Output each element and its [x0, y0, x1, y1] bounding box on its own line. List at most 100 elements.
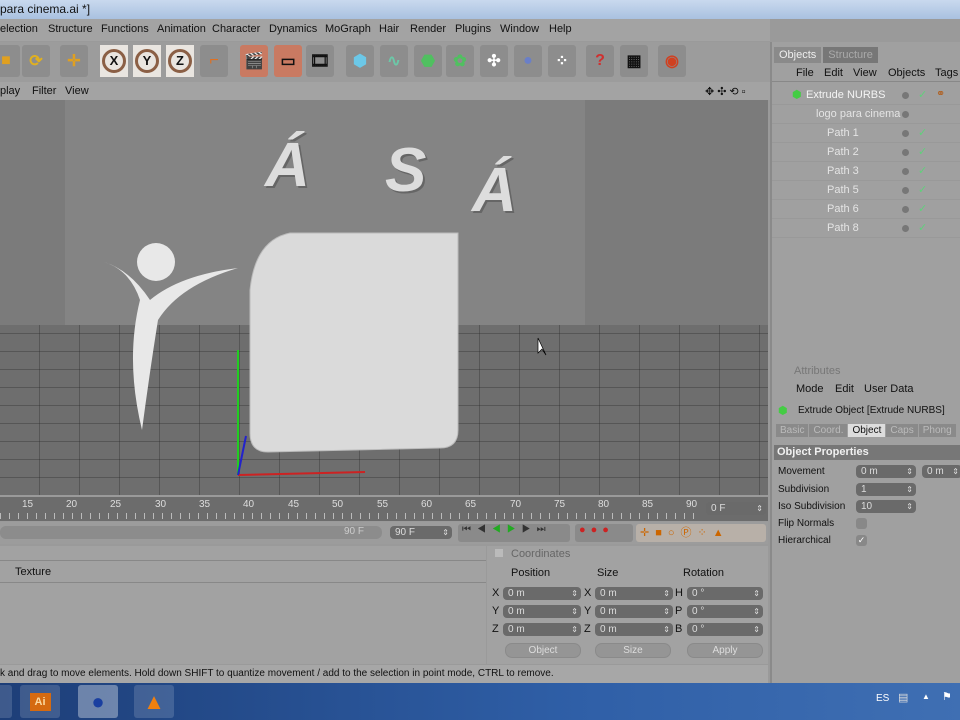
- object-row[interactable]: Path 2 ✓: [772, 143, 960, 162]
- render-view-icon[interactable]: 🎬: [240, 45, 268, 77]
- position-z-field[interactable]: 0 m: [503, 623, 581, 636]
- particles-icon[interactable]: ⁘: [548, 45, 576, 77]
- size-mode-dropdown[interactable]: Size: [595, 643, 671, 658]
- viewport-menu-view[interactable]: View: [65, 85, 89, 97]
- objects-menu-objects[interactable]: Objects: [888, 67, 925, 79]
- hierarchical-checkbox[interactable]: ✓: [856, 535, 867, 546]
- render-region-icon[interactable]: ▭: [274, 45, 302, 77]
- illustrator-taskbar-button[interactable]: Ai: [20, 685, 60, 718]
- attributes-title: Attributes: [794, 365, 841, 377]
- objects-menu-tags[interactable]: Tags: [935, 67, 958, 79]
- tab-basic[interactable]: Basic: [776, 424, 809, 437]
- flip-normals-label: Flip Normals: [778, 518, 835, 529]
- rotate-tool-icon[interactable]: ⟳: [22, 45, 50, 77]
- object-row[interactable]: Path 5 ✓: [772, 181, 960, 200]
- y-axis-button[interactable]: Y: [133, 45, 161, 77]
- size-y-field[interactable]: 0 m: [595, 605, 673, 618]
- size-header: Size: [597, 567, 619, 579]
- nurbs-icon[interactable]: ⬣: [414, 45, 442, 77]
- timeline-icon[interactable]: ▦: [620, 45, 648, 77]
- movement-field-1[interactable]: 0 m: [856, 465, 916, 478]
- tab-phong[interactable]: Phong: [918, 424, 956, 437]
- taskbar-item[interactable]: [0, 685, 12, 718]
- rotation-b-field[interactable]: 0 °: [687, 623, 763, 636]
- object-row[interactable]: Path 8 ✓: [772, 219, 960, 238]
- playback-controls[interactable]: ⏮◀◀▶▶⏭: [458, 524, 570, 542]
- move-tool-icon[interactable]: ✛: [60, 45, 88, 77]
- timeline-ruler[interactable]: 15 20 25 30 35 40 45 50 55 60 65 70 75 8…: [0, 497, 768, 521]
- panel-checkbox[interactable]: [495, 549, 503, 557]
- array-icon[interactable]: ✿: [446, 45, 474, 77]
- menu-window[interactable]: Window: [500, 19, 539, 35]
- deformer-icon[interactable]: ✣: [480, 45, 508, 77]
- material-manager: Texture: [0, 546, 486, 664]
- render-settings-icon[interactable]: 🎞: [306, 45, 334, 77]
- viewport-menu-display[interactable]: play: [0, 85, 20, 97]
- spline-icon[interactable]: ∿: [380, 45, 408, 77]
- action-center-flag-icon[interactable]: ⚑: [942, 690, 952, 703]
- menu-functions[interactable]: Functions: [101, 19, 149, 35]
- 3d-viewport[interactable]: Á S Á: [0, 100, 768, 495]
- end-frame-field[interactable]: 90 F: [390, 526, 452, 539]
- menu-mograph[interactable]: MoGraph: [325, 19, 371, 35]
- objects-menu-file[interactable]: File: [796, 67, 814, 79]
- tray-expand-icon[interactable]: ▲: [922, 692, 930, 701]
- tab-coord[interactable]: Coord.: [809, 424, 848, 437]
- object-row[interactable]: logo para cinema: [772, 105, 960, 124]
- iso-subdivision-field[interactable]: 10: [856, 500, 916, 513]
- menu-help[interactable]: Help: [549, 19, 572, 35]
- menu-animation[interactable]: Animation: [157, 19, 206, 35]
- object-row[interactable]: Path 6 ✓: [772, 200, 960, 219]
- size-x-field[interactable]: 0 m: [595, 587, 673, 600]
- subdivision-field[interactable]: 1: [856, 483, 916, 496]
- language-indicator[interactable]: ES: [876, 693, 889, 704]
- coordinate-system-icon[interactable]: ⌐: [200, 45, 228, 77]
- tab-objects[interactable]: Objects: [774, 47, 822, 63]
- cube-icon[interactable]: ⬢: [346, 45, 374, 77]
- frame-range-slider[interactable]: 90 F: [0, 526, 382, 539]
- rotation-h-field[interactable]: 0 °: [687, 587, 763, 600]
- scale-tool-icon[interactable]: ■: [0, 45, 20, 77]
- tab-caps[interactable]: Caps: [886, 424, 918, 437]
- attr-menu-mode[interactable]: Mode: [796, 383, 824, 395]
- menu-texture[interactable]: Texture: [15, 566, 51, 578]
- object-label: Extrude Object [Extrude NURBS]: [798, 405, 945, 416]
- viewport-nav-icons[interactable]: ✥✣⟲▫: [705, 85, 749, 98]
- scene-icon[interactable]: ●: [514, 45, 542, 77]
- key-tracks-buttons[interactable]: ✛■○Ⓟ⁘▲: [636, 524, 766, 542]
- size-z-field[interactable]: 0 m: [595, 623, 673, 636]
- rotation-p-field[interactable]: 0 °: [687, 605, 763, 618]
- menu-character[interactable]: Character: [212, 19, 260, 35]
- movement-field-2[interactable]: 0 m: [922, 465, 960, 478]
- keyboard-icon[interactable]: ▤: [898, 691, 908, 704]
- menu-plugins[interactable]: Plugins: [455, 19, 491, 35]
- tab-object[interactable]: Object: [848, 424, 886, 437]
- menu-structure[interactable]: Structure: [48, 19, 93, 35]
- z-axis-button[interactable]: Z: [166, 45, 194, 77]
- menu-hair[interactable]: Hair: [379, 19, 399, 35]
- viewport-menu-filter[interactable]: Filter: [32, 85, 56, 97]
- render-icon[interactable]: ◉: [658, 45, 686, 77]
- menu-dynamics[interactable]: Dynamics: [269, 19, 317, 35]
- position-y-field[interactable]: 0 m: [503, 605, 581, 618]
- menu-selection[interactable]: election: [0, 19, 38, 35]
- apply-button[interactable]: Apply: [687, 643, 763, 658]
- object-row[interactable]: Extrude NURBS ⬢ ✓ ⚭: [772, 86, 960, 105]
- object-row[interactable]: Path 1 ✓: [772, 124, 960, 143]
- cinema4d-taskbar-button[interactable]: ●: [78, 685, 118, 718]
- attr-menu-user-data[interactable]: User Data: [864, 383, 914, 395]
- menu-render[interactable]: Render: [410, 19, 446, 35]
- record-keys-buttons[interactable]: ●●●: [575, 524, 633, 542]
- coordinate-mode-dropdown[interactable]: Object: [505, 643, 581, 658]
- tab-structure[interactable]: Structure: [823, 47, 878, 63]
- attr-menu-edit[interactable]: Edit: [835, 383, 854, 395]
- help-icon[interactable]: ?: [586, 45, 614, 77]
- objects-menu-view[interactable]: View: [853, 67, 877, 79]
- object-row[interactable]: Path 3 ✓: [772, 162, 960, 181]
- vlc-taskbar-button[interactable]: ▲: [134, 685, 174, 718]
- x-axis-button[interactable]: X: [100, 45, 128, 77]
- objects-menu-edit[interactable]: Edit: [824, 67, 843, 79]
- current-frame-field[interactable]: 0 F: [706, 502, 766, 515]
- position-x-field[interactable]: 0 m: [503, 587, 581, 600]
- flip-normals-checkbox[interactable]: [856, 518, 867, 529]
